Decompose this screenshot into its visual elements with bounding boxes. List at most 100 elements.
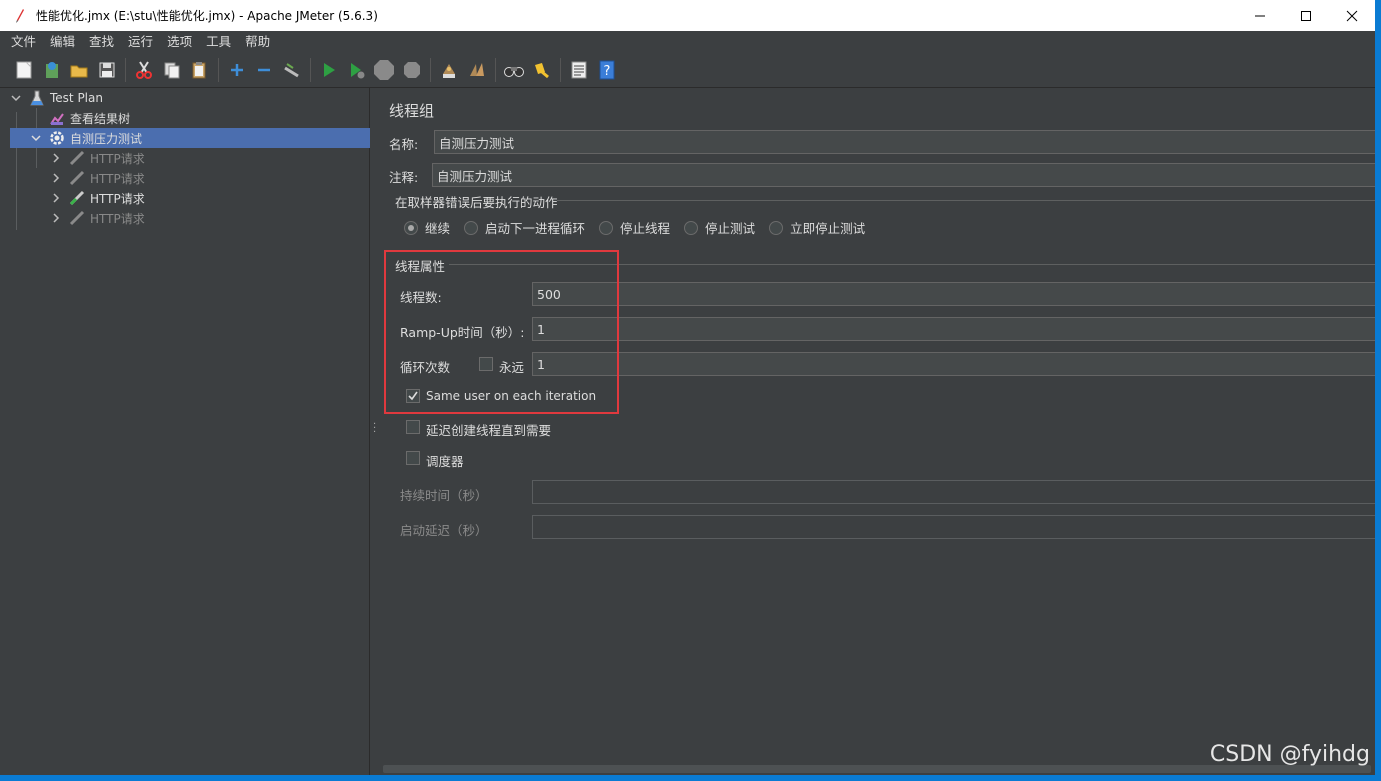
start-no-pause-icon[interactable] bbox=[345, 58, 369, 82]
tree-node-label: HTTP请求 bbox=[90, 211, 145, 226]
pipette-icon bbox=[68, 209, 86, 227]
radio-stop-test[interactable] bbox=[684, 220, 699, 235]
close-icon[interactable] bbox=[1329, 0, 1375, 31]
stop-icon[interactable] bbox=[372, 58, 396, 82]
shutdown-icon[interactable] bbox=[400, 58, 424, 82]
radio-stop-thread[interactable] bbox=[599, 220, 614, 235]
tree-node-test-plan[interactable]: Test Plan bbox=[10, 88, 370, 108]
menu-options[interactable]: 选项 bbox=[160, 31, 199, 52]
toolbar-separator bbox=[495, 57, 496, 82]
toggle-icon[interactable] bbox=[280, 58, 304, 82]
loop-count-field[interactable]: 1 bbox=[532, 352, 1375, 376]
toolbar-separator bbox=[560, 57, 561, 82]
tree-node-label: HTTP请求 bbox=[90, 171, 145, 186]
menu-edit[interactable]: 编辑 bbox=[43, 31, 82, 52]
menu-run[interactable]: 运行 bbox=[121, 31, 160, 52]
title-bar: 性能优化.jmx (E:\stu\性能优化.jmx) - Apache JMet… bbox=[0, 0, 1375, 31]
toolbar-separator bbox=[430, 57, 431, 82]
radio-label-start-next-loop: 启动下一进程循环 bbox=[485, 221, 586, 236]
tree-node-http-request[interactable]: HTTP请求 bbox=[50, 168, 370, 188]
cut-icon[interactable] bbox=[132, 58, 156, 82]
start-icon[interactable] bbox=[317, 58, 341, 82]
tree-node-label: 查看结果树 bbox=[70, 111, 131, 126]
window-title: 性能优化.jmx (E:\stu\性能优化.jmx) - Apache JMet… bbox=[36, 9, 378, 23]
error-action-options: 继续 启动下一进程循环 停止线程 停止测试 立即停止测试 bbox=[404, 218, 879, 237]
radio-continue[interactable] bbox=[404, 220, 418, 235]
radio-stop-test-now[interactable] bbox=[769, 220, 784, 235]
toolbar-separator bbox=[217, 57, 219, 82]
tree-node-label: HTTP请求 bbox=[90, 191, 145, 206]
drag-handle-icon[interactable]: · · · bbox=[373, 420, 376, 438]
panel-title: 线程组 bbox=[389, 102, 435, 120]
menu-help[interactable]: 帮助 bbox=[238, 31, 277, 52]
error-action-group-title: 在取样器错误后要执行的动作 bbox=[395, 195, 558, 210]
tree-node-http-request[interactable]: HTTP请求 bbox=[50, 208, 370, 228]
pipette-icon bbox=[68, 169, 86, 187]
radio-label-stop-test: 停止测试 bbox=[705, 221, 756, 236]
annotation-highlight-box bbox=[384, 250, 619, 414]
toolbar-separator bbox=[310, 57, 311, 82]
new-icon[interactable] bbox=[12, 58, 36, 82]
clear-icon[interactable] bbox=[437, 58, 461, 82]
collapse-icon[interactable] bbox=[252, 58, 276, 82]
name-field[interactable]: 自测压力测试 bbox=[434, 130, 1375, 154]
maximize-icon[interactable] bbox=[1283, 0, 1329, 31]
duration-field[interactable] bbox=[532, 480, 1375, 504]
thread-group-panel: 线程组 名称: 自测压力测试 注释: 自测压力测试 在取样器错误后要执行的动作 … bbox=[379, 88, 1375, 775]
test-plan-icon bbox=[28, 89, 46, 107]
rampup-field[interactable]: 1 bbox=[532, 317, 1375, 341]
search-icon[interactable] bbox=[502, 58, 526, 82]
function-helper-icon[interactable] bbox=[567, 58, 591, 82]
tree-node-results-tree[interactable]: 查看结果树 bbox=[48, 108, 370, 128]
startup-delay-label: 启动延迟（秒） bbox=[400, 523, 488, 538]
save-icon[interactable] bbox=[95, 58, 119, 82]
delay-thread-creation-checkbox[interactable] bbox=[406, 420, 420, 434]
tree-node-label: HTTP请求 bbox=[90, 151, 145, 166]
open-icon[interactable] bbox=[67, 58, 91, 82]
expand-icon[interactable] bbox=[225, 58, 249, 82]
gear-icon bbox=[48, 129, 66, 147]
radio-start-next-loop[interactable] bbox=[464, 220, 479, 235]
toolbar: ? bbox=[0, 52, 1375, 88]
jmeter-feather-icon bbox=[12, 8, 28, 24]
watermark-text: CSDN @fyihdg bbox=[1209, 742, 1370, 767]
chevron-right-icon[interactable] bbox=[50, 192, 62, 204]
delay-thread-creation-label: 延迟创建线程直到需要 bbox=[426, 423, 552, 438]
chevron-down-icon[interactable] bbox=[10, 92, 22, 104]
chevron-right-icon[interactable] bbox=[50, 172, 62, 184]
test-plan-tree: Test Plan 查看结果树 自测压力测试 HTTP请求 HTTP请求 HTT… bbox=[0, 88, 370, 775]
tree-node-http-request[interactable]: HTTP请求 bbox=[50, 188, 370, 208]
tree-node-label: 自测压力测试 bbox=[70, 131, 143, 146]
reset-search-icon[interactable] bbox=[530, 58, 554, 82]
menu-search[interactable]: 查找 bbox=[82, 31, 121, 52]
menu-file[interactable]: 文件 bbox=[4, 31, 43, 52]
tree-node-label: Test Plan bbox=[50, 91, 103, 105]
split-pane-divider[interactable]: · · · bbox=[370, 88, 379, 775]
tree-node-http-request[interactable]: HTTP请求 bbox=[50, 148, 370, 168]
jmeter-window: 性能优化.jmx (E:\stu\性能优化.jmx) - Apache JMet… bbox=[0, 0, 1375, 775]
toolbar-separator bbox=[125, 57, 126, 82]
minimize-icon[interactable] bbox=[1237, 0, 1283, 31]
chevron-right-icon[interactable] bbox=[50, 212, 62, 224]
menu-bar: 文件 编辑 查找 运行 选项 工具 帮助 bbox=[0, 31, 1375, 52]
tree-node-thread-group[interactable]: 自测压力测试 bbox=[10, 128, 370, 148]
svg-text:?: ? bbox=[603, 64, 610, 79]
scheduler-checkbox[interactable] bbox=[406, 451, 420, 465]
help-icon[interactable]: ? bbox=[595, 58, 619, 82]
chevron-right-icon[interactable] bbox=[50, 152, 62, 164]
paste-icon[interactable] bbox=[187, 58, 211, 82]
scheduler-label: 调度器 bbox=[426, 454, 464, 469]
comment-field[interactable]: 自测压力测试 bbox=[432, 163, 1375, 187]
radio-label-stop-thread: 停止线程 bbox=[620, 221, 671, 236]
copy-icon[interactable] bbox=[160, 58, 184, 82]
results-tree-icon bbox=[48, 109, 66, 127]
menu-tools[interactable]: 工具 bbox=[199, 31, 238, 52]
group-divider bbox=[557, 200, 1375, 201]
thread-count-field[interactable]: 500 bbox=[532, 282, 1375, 306]
name-label: 名称: bbox=[389, 137, 419, 152]
templates-icon[interactable] bbox=[40, 58, 64, 82]
startup-delay-field[interactable] bbox=[532, 515, 1375, 539]
pipette-icon bbox=[68, 189, 86, 207]
clear-all-icon[interactable] bbox=[465, 58, 489, 82]
chevron-down-icon[interactable] bbox=[30, 132, 42, 144]
